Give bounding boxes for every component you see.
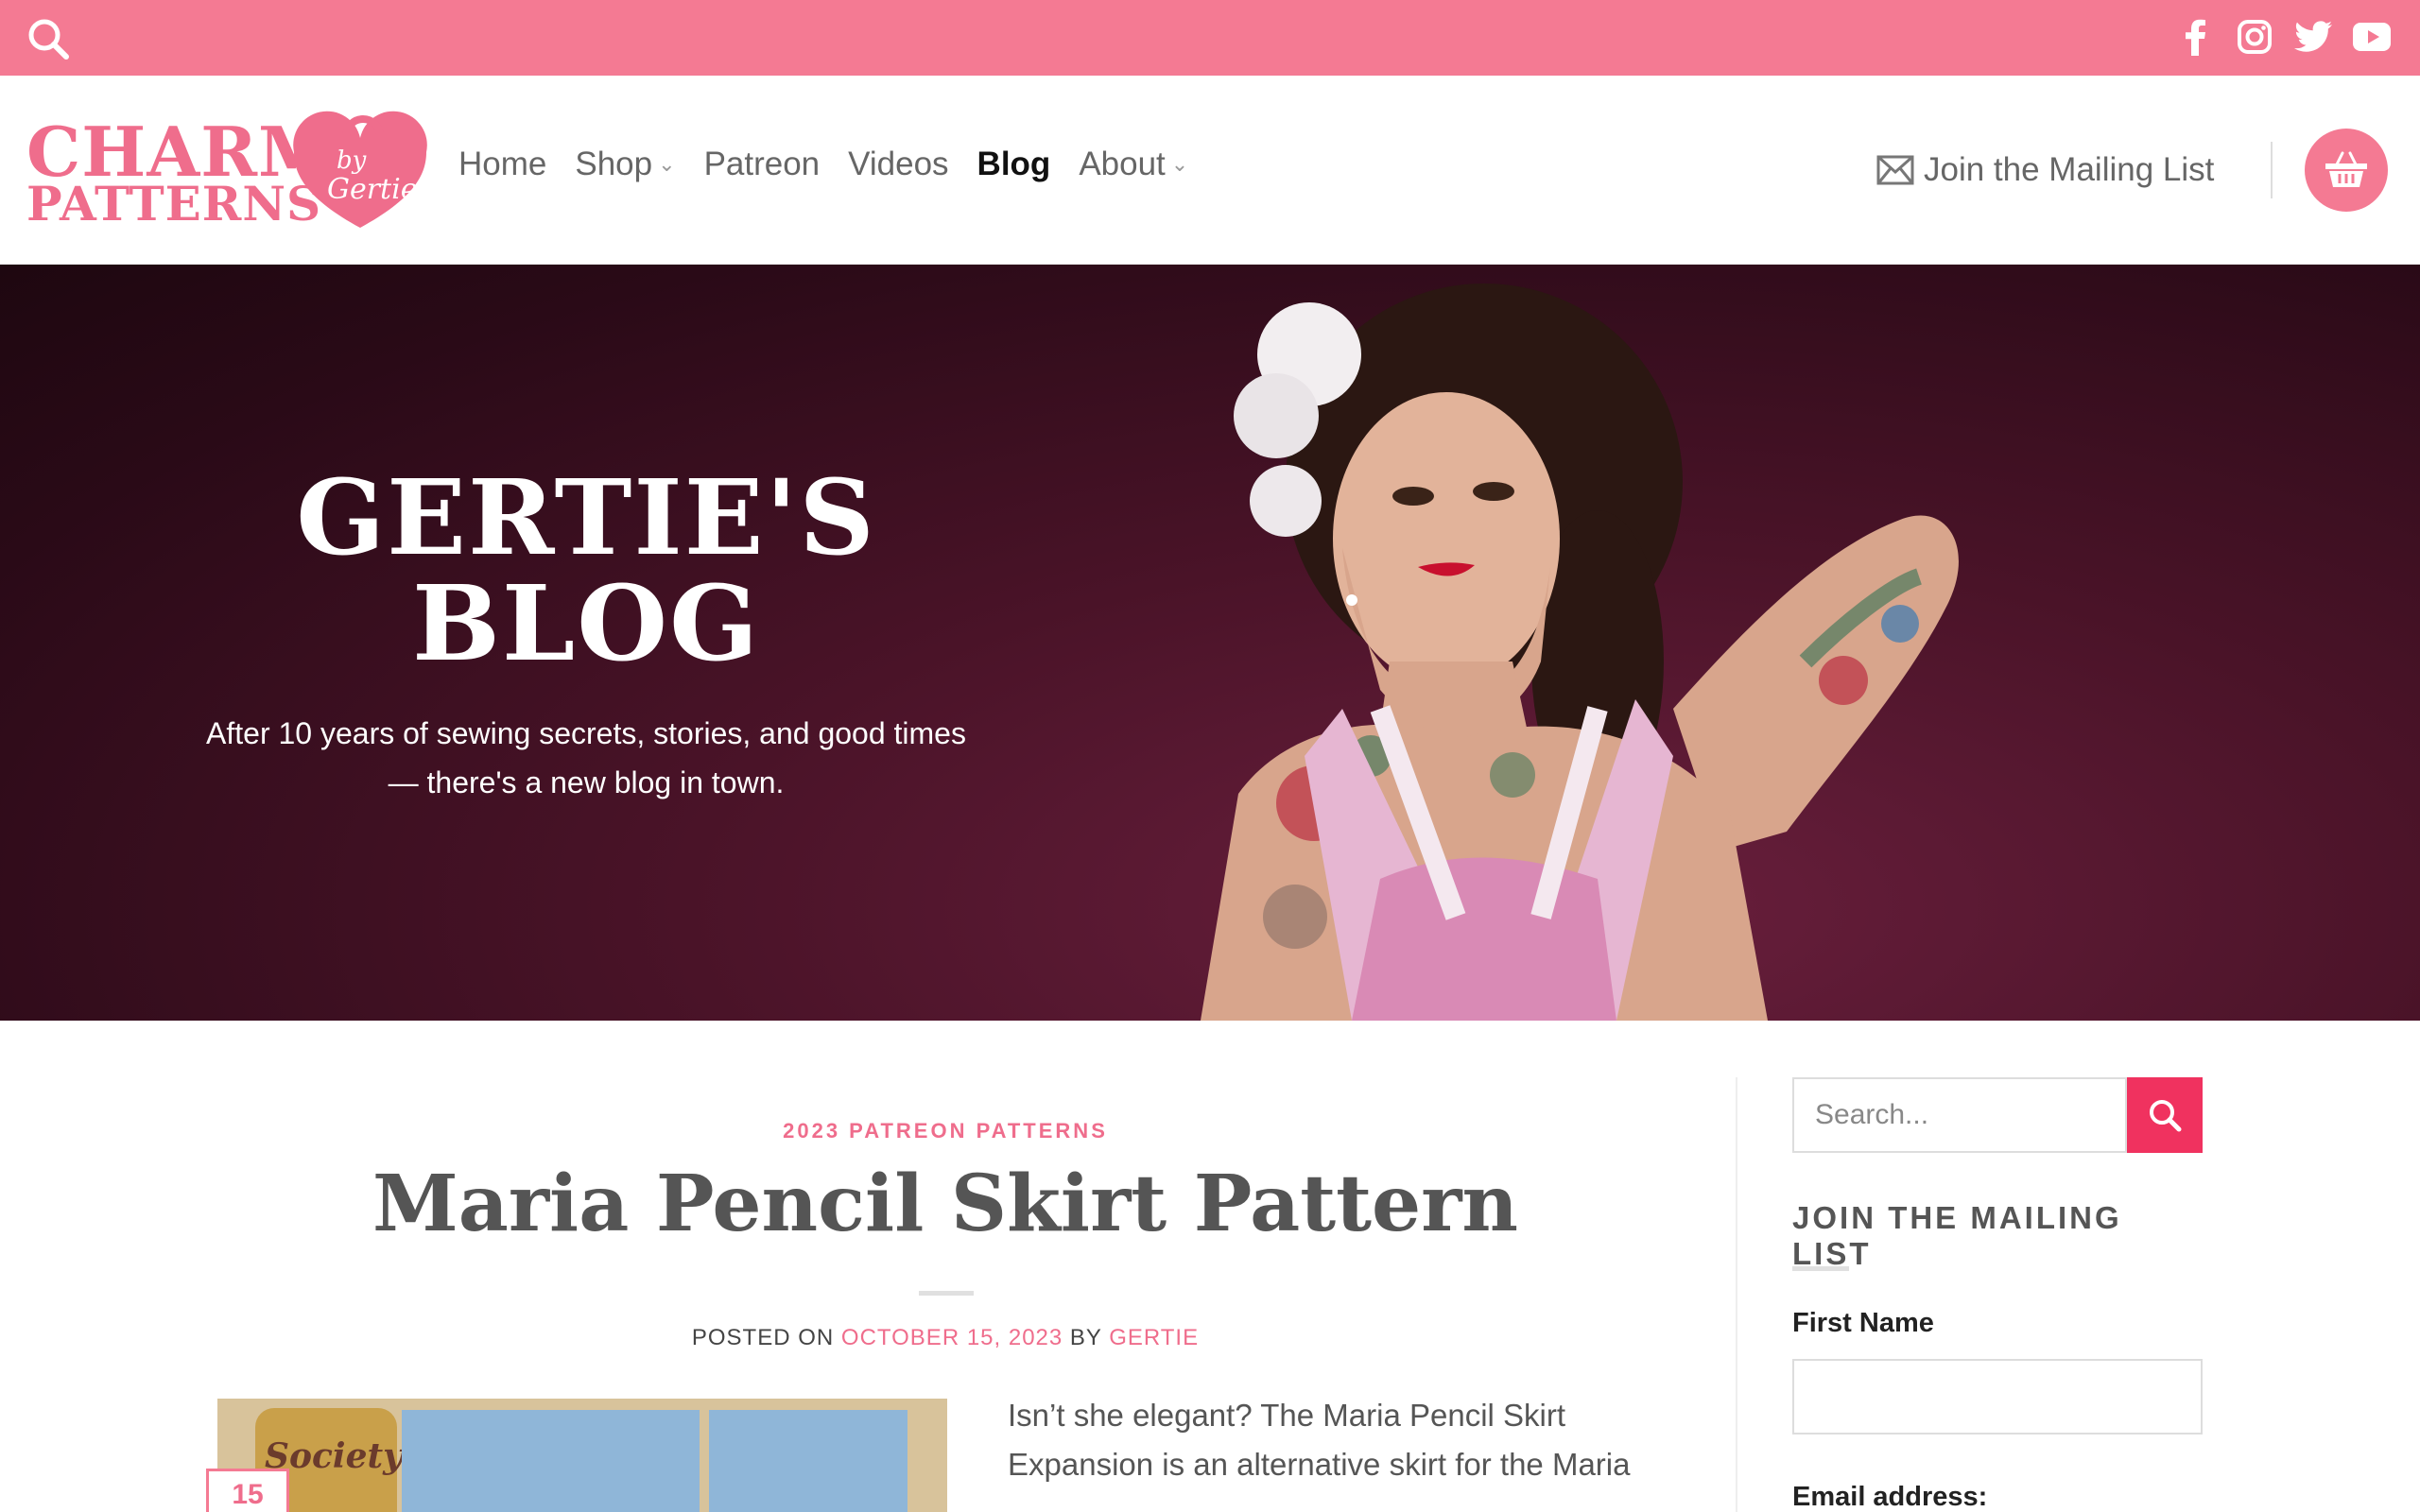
nav-item-about[interactable]: About ⌄	[1079, 146, 1188, 183]
youtube-icon[interactable]	[2352, 17, 2392, 57]
excerpt-line: Isn’t she elegant? The Maria Pencil Skir…	[1008, 1398, 1566, 1433]
heading-divider	[1792, 1266, 1849, 1271]
post-meta: POSTED ON OCTOBER 15, 2023 BY GERTIE	[189, 1325, 1702, 1351]
hero-banner: GERTIE'S BLOG After 10 years of sewing s…	[0, 265, 2420, 1021]
post-excerpt: Isn’t she elegant? The Maria Pencil Skir…	[1008, 1391, 1688, 1489]
heart-logo-icon: by Gertie	[293, 111, 427, 228]
excerpt-line: Expansion is an alternative skirt for th…	[1008, 1447, 1631, 1482]
chevron-down-icon: ⌄	[658, 152, 676, 176]
chevron-down-icon: ⌄	[1170, 152, 1189, 176]
nav-label: Home	[458, 146, 547, 182]
nav-item-shop[interactable]: Shop ⌄	[575, 146, 675, 183]
post-featured-image[interactable]: Society	[217, 1399, 947, 1512]
post-date-link[interactable]: OCTOBER 15, 2023	[841, 1325, 1063, 1350]
hero-title: GERTIE'S BLOG	[189, 465, 983, 677]
facebook-icon[interactable]	[2176, 17, 2216, 57]
hero-title-line2: BLOG	[411, 562, 761, 684]
sidebar-search-button[interactable]	[2127, 1077, 2203, 1153]
site-header: CHARM PATTERNS by Gertie Home Shop ⌄ Patr…	[0, 76, 2420, 265]
envelope-icon	[1876, 155, 1914, 185]
basket-icon	[2325, 151, 2367, 187]
email-label: Email address:	[1792, 1482, 1988, 1512]
nav-item-videos[interactable]: Videos	[848, 146, 948, 183]
nav-label: Shop	[575, 146, 653, 182]
first-name-field[interactable]	[1792, 1359, 2203, 1435]
social-links	[2176, 17, 2392, 57]
image-panel	[709, 1410, 908, 1512]
hero-subtitle-line2: — there's a new blog in town.	[388, 765, 785, 799]
nav-item-patreon[interactable]: Patreon	[704, 146, 821, 183]
twitter-icon[interactable]	[2293, 17, 2333, 57]
hero-subtitle: After 10 years of sewing secrets, storie…	[170, 709, 1002, 807]
mailing-list-heading: JOIN THE MAILING LIST	[1792, 1200, 2122, 1271]
logo-badge-gertie: Gertie	[327, 173, 417, 206]
post-author-link[interactable]: GERTIE	[1109, 1325, 1199, 1350]
meta-by: BY	[1069, 1325, 1102, 1350]
instagram-icon[interactable]	[2235, 17, 2274, 57]
header-divider	[2271, 142, 2273, 198]
join-mailing-list-link[interactable]: Join the Mailing List	[1876, 151, 2214, 189]
logo-line2: PATTERNS	[26, 176, 322, 232]
nav-label: Patreon	[703, 146, 821, 182]
post-category-link[interactable]: 2023 PATREON PATTERNS	[189, 1119, 1702, 1143]
mailing-label: Join the Mailing List	[1924, 151, 2215, 188]
site-logo[interactable]: CHARM PATTERNS by Gertie	[26, 110, 427, 232]
search-icon[interactable]	[25, 15, 72, 62]
hero-title-line1: GERTIE'S	[296, 456, 876, 578]
top-bar	[0, 0, 2420, 76]
image-panel	[402, 1410, 700, 1512]
main-nav: Home Shop ⌄ Patreon Videos Blog About ⌄	[458, 146, 1188, 183]
nav-label: Videos	[848, 146, 949, 182]
nav-item-blog[interactable]: Blog	[977, 146, 1051, 183]
sidebar-search-input[interactable]: Search...	[1792, 1077, 2127, 1153]
search-icon	[2150, 1100, 2182, 1132]
post-date-badge: 15	[206, 1469, 289, 1512]
hero-subtitle-line1: After 10 years of sewing secrets, storie…	[206, 716, 966, 750]
title-divider	[919, 1291, 974, 1296]
hero-portrait-image	[1201, 284, 1959, 1021]
meta-posted-on: POSTED ON	[691, 1325, 835, 1350]
nav-label: Blog	[977, 146, 1051, 182]
content-sidebar-divider	[1736, 1077, 1737, 1512]
nav-item-home[interactable]: Home	[458, 146, 546, 183]
first-name-label: First Name	[1792, 1308, 1934, 1338]
cart-button[interactable]	[2305, 129, 2388, 212]
nav-label: About	[1079, 146, 1166, 182]
search-placeholder: Search...	[1815, 1099, 1929, 1130]
post-title[interactable]: Maria Pencil Skirt Pattern	[189, 1159, 1702, 1249]
logo-badge-by: by	[337, 146, 367, 175]
